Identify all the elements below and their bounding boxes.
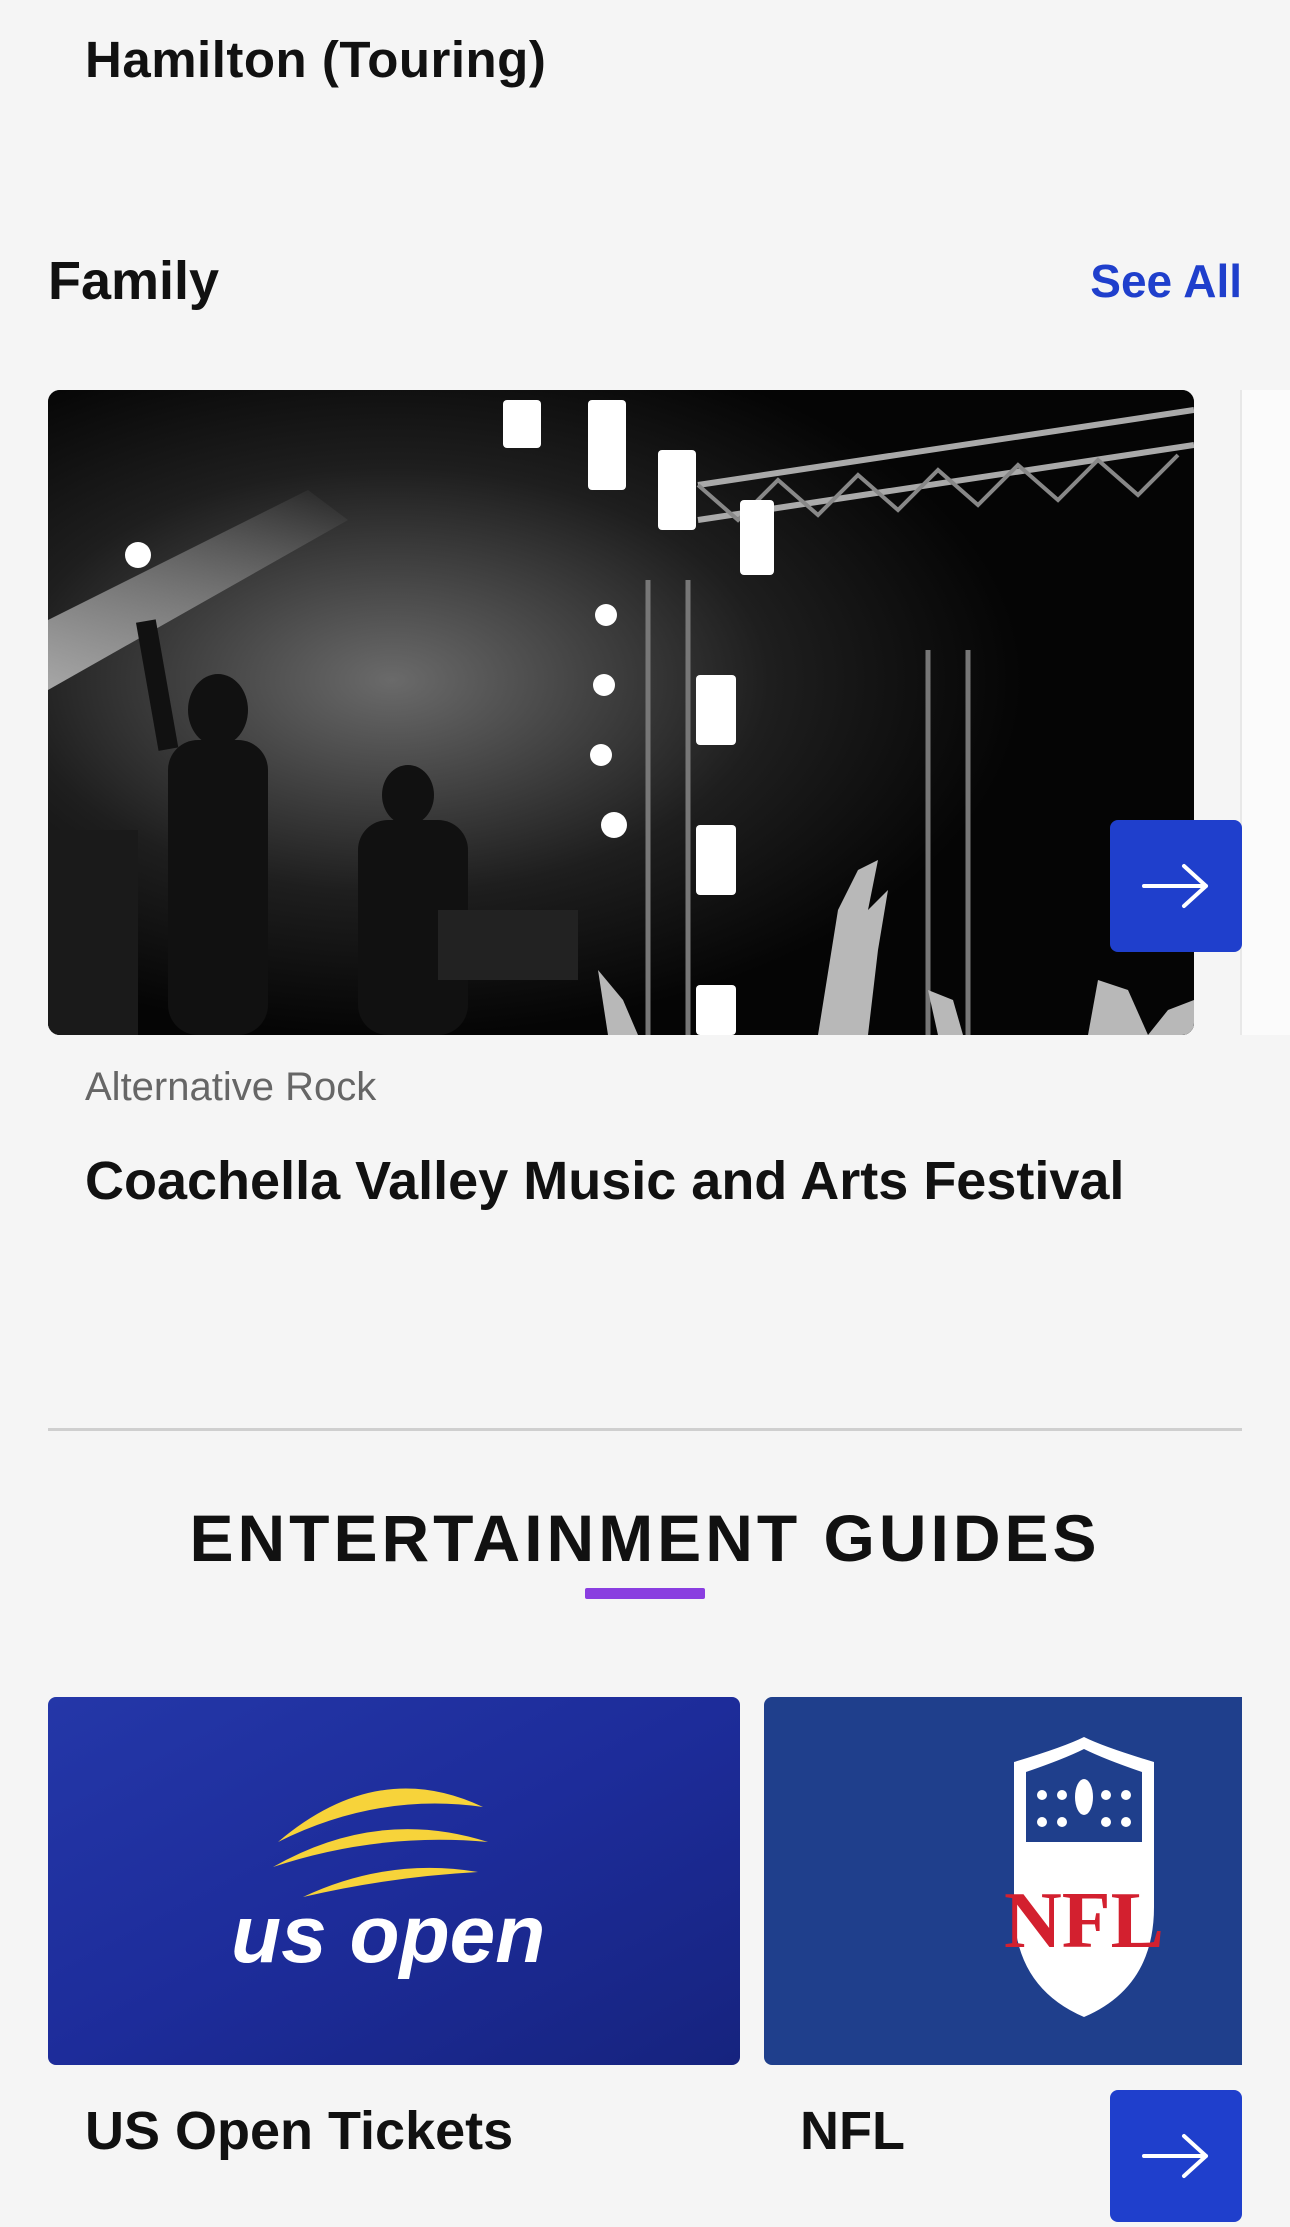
heading-accent-bar	[585, 1588, 705, 1599]
event-genre: Alternative Rock	[85, 1065, 377, 1109]
guide-label-nfl[interactable]: NFL	[800, 2100, 905, 2162]
section-divider	[48, 1428, 1242, 1431]
next-card-peek[interactable]	[1240, 390, 1290, 1035]
event-name[interactable]: Coachella Valley Music and Arts Festival	[85, 1150, 1124, 1212]
carousel-next-button[interactable]	[1110, 820, 1242, 952]
section-title: Family	[48, 251, 220, 311]
event-card-image[interactable]	[48, 390, 1194, 1035]
arrow-right-icon	[1142, 2134, 1208, 2178]
concert-photo	[48, 390, 1194, 1035]
arrow-right-icon	[1142, 864, 1208, 908]
page: Hamilton (Touring) Family See All Altern…	[0, 0, 1290, 2227]
guide-card-us-open[interactable]: us open	[48, 1697, 740, 2065]
nfl-image: NFL	[764, 1697, 1242, 2065]
us-open-image: us open	[48, 1697, 740, 2065]
family-section-header: Family See All	[48, 250, 1242, 312]
us-open-logo-text: us open	[231, 1889, 545, 1980]
guide-label-us-open[interactable]: US Open Tickets	[85, 2100, 513, 2162]
nfl-logo-text: NFL	[1004, 1877, 1164, 1965]
guides-heading: ENTERTAINMENT GUIDES	[189, 1501, 1101, 1575]
guide-card-nfl[interactable]: NFL	[764, 1697, 1242, 2065]
previous-item-title[interactable]: Hamilton (Touring)	[85, 30, 546, 89]
guides-next-button[interactable]	[1110, 2090, 1242, 2222]
see-all-link[interactable]: See All	[1090, 254, 1242, 308]
